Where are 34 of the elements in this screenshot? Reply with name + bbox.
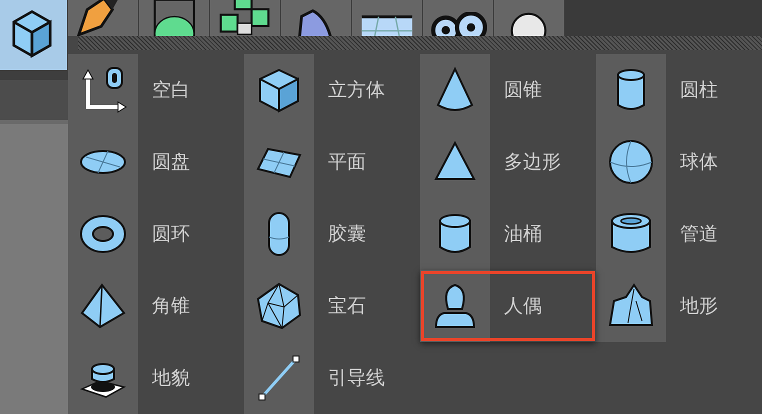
toolbar-button[interactable] xyxy=(494,0,565,36)
menu-item[interactable]: 胶囊 xyxy=(244,198,420,270)
menu-item[interactable]: 球体 xyxy=(596,126,762,198)
menu-item[interactable]: 圆盘 xyxy=(68,126,244,198)
menu-item[interactable]: 管道 xyxy=(596,198,762,270)
pyramid-icon xyxy=(78,281,128,331)
attribute-panel xyxy=(0,80,68,120)
floor-icon xyxy=(359,14,415,36)
eyes-icon xyxy=(428,12,488,36)
menu-item[interactable]: 地形 xyxy=(596,270,762,342)
toolbar-button[interactable] xyxy=(352,0,423,36)
sphere-icon xyxy=(606,137,656,187)
menu-item[interactable]: 人偶 xyxy=(420,270,596,342)
cubes-icon xyxy=(218,0,272,36)
menu-item[interactable]: 多边形 xyxy=(420,126,596,198)
menu-item[interactable]: 圆锥 xyxy=(420,54,596,126)
menu-item[interactable]: 引导线 xyxy=(244,342,420,414)
menu-item[interactable]: 圆环 xyxy=(68,198,244,270)
menu-item[interactable]: 平面 xyxy=(244,126,420,198)
menu-item[interactable]: 立方体 xyxy=(244,54,420,126)
light-icon xyxy=(509,10,549,36)
menu-item[interactable]: 宝石 xyxy=(244,270,420,342)
toolbar-button[interactable] xyxy=(139,0,210,36)
toolbar-button[interactable] xyxy=(210,0,281,36)
toolbar-button[interactable] xyxy=(281,0,352,36)
menu-item[interactable]: 角锥 xyxy=(68,270,244,342)
toolbar-button[interactable] xyxy=(423,0,494,36)
gem-icon xyxy=(254,281,304,331)
menu-item[interactable]: 地貌 xyxy=(68,342,244,414)
menu-item[interactable]: 圆柱 xyxy=(596,54,762,126)
menu-item[interactable]: 空白 xyxy=(68,54,244,126)
toolbar-button[interactable] xyxy=(0,0,68,70)
menu-item[interactable]: 油桶 xyxy=(420,198,596,270)
toolbar-button[interactable] xyxy=(68,0,139,36)
